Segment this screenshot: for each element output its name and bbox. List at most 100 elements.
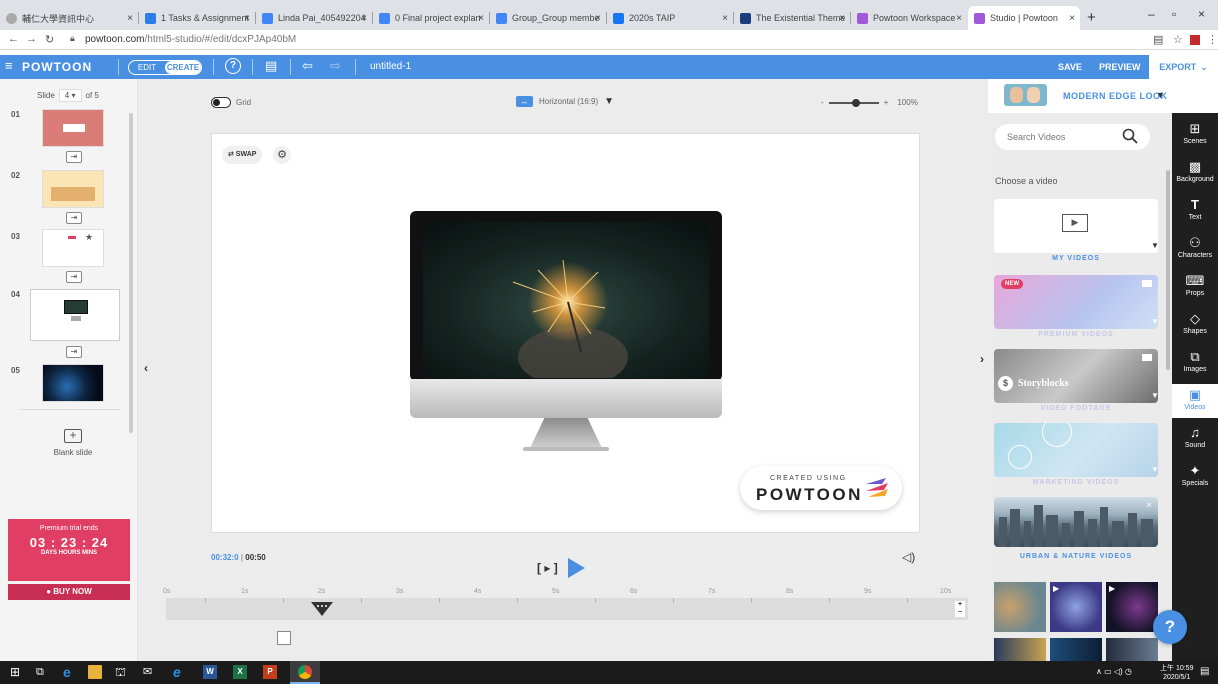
- browser-tab[interactable]: 0 Final project explan ×: [373, 6, 489, 30]
- notes-icon[interactable]: ▤: [265, 58, 277, 74]
- category-props[interactable]: ⌨ Props: [1172, 273, 1218, 297]
- collapse-left-icon[interactable]: ‹: [144, 361, 148, 375]
- tab-close-icon[interactable]: ×: [478, 13, 484, 24]
- video-footage-card[interactable]: $ Storyblocks: [994, 349, 1158, 403]
- close-icon[interactable]: ×: [1146, 500, 1152, 511]
- save-button[interactable]: SAVE: [1058, 62, 1082, 72]
- tab-close-icon[interactable]: ×: [722, 13, 728, 24]
- back-arrow-icon[interactable]: ←: [8, 33, 19, 45]
- file-explorer-icon[interactable]: [88, 665, 102, 679]
- browser-tab[interactable]: Group_Group membe ×: [490, 6, 606, 30]
- reload-icon[interactable]: ↻: [45, 33, 54, 46]
- task-view-icon[interactable]: ⧉: [36, 665, 50, 679]
- collapse-right-icon[interactable]: ›: [980, 352, 984, 366]
- browser-tab-active[interactable]: Studio | Powtoon ×: [968, 6, 1080, 30]
- video-thumbnail[interactable]: [1050, 638, 1102, 661]
- store-icon[interactable]: ⛫: [115, 665, 129, 679]
- video-search-input[interactable]: Search Videos: [995, 124, 1150, 150]
- redo-icon[interactable]: ⇨: [330, 58, 341, 74]
- category-shapes[interactable]: ◇ Shapes: [1172, 311, 1218, 335]
- edge-legacy-icon[interactable]: e: [63, 665, 77, 679]
- category-scenes[interactable]: ⊞ Scenes: [1172, 121, 1218, 145]
- taskbar-clock[interactable]: 上午 10:59 2020/5/1: [1160, 664, 1193, 682]
- maximize-icon[interactable]: ▫: [1172, 7, 1176, 21]
- category-characters[interactable]: ⚇ Characters: [1172, 235, 1218, 259]
- url-field[interactable]: powtoon.com/html5-studio/#/edit/dcxPJAp4…: [85, 34, 296, 45]
- export-button[interactable]: EXPORT ⌄: [1148, 55, 1218, 79]
- look-selector[interactable]: MODERN EDGE LOOK ▼: [988, 79, 1172, 113]
- help-circle-icon[interactable]: ?: [225, 58, 241, 74]
- system-tray[interactable]: ∧ ▭ ◁) ◷: [1096, 667, 1132, 676]
- gear-icon[interactable]: ⚙: [273, 146, 291, 164]
- windows-start-icon[interactable]: ⊞: [10, 665, 24, 679]
- caret-down-icon[interactable]: ▼: [1151, 391, 1159, 400]
- preview-button[interactable]: PREVIEW: [1099, 62, 1141, 72]
- word-icon[interactable]: W: [203, 665, 217, 679]
- grid-toggle[interactable]: Grid: [211, 97, 251, 108]
- bookmark-star-icon[interactable]: ☆: [1173, 33, 1183, 46]
- category-specials[interactable]: ✦ Specials: [1172, 463, 1218, 487]
- slide-thumbnail-4-selected[interactable]: [30, 289, 120, 341]
- swap-button[interactable]: ⇄ SWAP: [222, 146, 263, 164]
- browser-tab[interactable]: The Existential Theme ×: [734, 6, 850, 30]
- mail-icon[interactable]: ✉: [143, 665, 157, 679]
- slide-number-select[interactable]: 4 ▾: [58, 89, 82, 102]
- category-background[interactable]: ▩ Background: [1172, 159, 1218, 183]
- mode-toggle[interactable]: EDIT CREATE: [128, 60, 202, 75]
- tab-close-icon[interactable]: ×: [1069, 13, 1075, 24]
- slide-thumbnail-2[interactable]: [42, 170, 104, 208]
- grid-switch[interactable]: [211, 97, 231, 108]
- video-thumbnail[interactable]: [1106, 638, 1158, 661]
- search-icon[interactable]: [1122, 128, 1138, 144]
- slide-thumbnail-3[interactable]: ★: [42, 229, 104, 267]
- transition-icon[interactable]: ⇥: [66, 212, 82, 224]
- tab-close-icon[interactable]: ×: [361, 13, 367, 24]
- zoom-slider[interactable]: [828, 98, 879, 107]
- edge-icon[interactable]: e: [173, 665, 187, 679]
- timeline-playhead[interactable]: [311, 602, 333, 616]
- layer-icon[interactable]: [277, 631, 291, 645]
- caret-down-icon[interactable]: ▼: [1151, 317, 1159, 326]
- my-videos-card[interactable]: ▶: [994, 199, 1158, 253]
- transition-icon[interactable]: ⇥: [66, 271, 82, 283]
- video-thumbnail[interactable]: [994, 638, 1046, 661]
- category-images[interactable]: ⧉ Images: [1172, 349, 1218, 373]
- marketing-videos-card[interactable]: [994, 423, 1158, 477]
- notification-icon[interactable]: ▤: [1200, 665, 1214, 679]
- zoom-in-button[interactable]: +: [884, 98, 889, 107]
- library-scrollbar[interactable]: [1166, 170, 1170, 370]
- video-thumbnail[interactable]: [994, 582, 1046, 632]
- browser-tab[interactable]: 輔仁大學資訊中心 ×: [0, 6, 138, 30]
- tab-close-icon[interactable]: ×: [127, 13, 133, 24]
- browser-tab[interactable]: 2020s TAIP ×: [607, 6, 733, 30]
- play-from-here-button[interactable]: [ ▸ ]: [537, 561, 558, 575]
- slide-canvas[interactable]: ⇄ SWAP ⚙ CREATED USING POWTOON: [211, 133, 920, 533]
- urban-nature-videos-card[interactable]: ×: [994, 497, 1158, 547]
- hamburger-menu-icon[interactable]: ≡: [5, 58, 13, 73]
- minimize-icon[interactable]: –: [1148, 7, 1155, 21]
- extension-icon[interactable]: [1190, 35, 1200, 45]
- orientation-select[interactable]: ↔ Horizontal (16:9) ▼: [516, 96, 614, 107]
- powerpoint-icon[interactable]: P: [263, 665, 277, 679]
- caret-down-icon[interactable]: ▼: [1151, 465, 1159, 474]
- video-thumbnail[interactable]: ▶: [1106, 582, 1158, 632]
- video-thumbnail[interactable]: ▶: [1050, 582, 1102, 632]
- caret-down-icon[interactable]: ▼: [1151, 241, 1159, 250]
- tab-close-icon[interactable]: ×: [839, 13, 845, 24]
- mode-edit[interactable]: EDIT: [129, 61, 165, 74]
- monitor-prop[interactable]: [410, 211, 722, 461]
- timeline-track[interactable]: 0s 1s 2s 3s 4s 5s 6s 7s 8s 9s 10s + −: [163, 588, 968, 620]
- translate-icon[interactable]: ▤: [1153, 33, 1163, 46]
- forward-arrow-icon[interactable]: →: [26, 33, 37, 45]
- browser-tab[interactable]: Linda Pai_405492204 ×: [256, 6, 372, 30]
- new-tab-button[interactable]: +: [1087, 9, 1096, 26]
- timeline-zoom-control[interactable]: + −: [955, 601, 965, 617]
- zoom-out-button[interactable]: -: [821, 98, 824, 107]
- slide-thumbnail-1[interactable]: [42, 109, 104, 147]
- category-text[interactable]: T Text: [1172, 197, 1218, 221]
- browser-tab[interactable]: 1 Tasks & Assignment ×: [139, 6, 255, 30]
- tab-close-icon[interactable]: ×: [244, 13, 250, 24]
- tab-close-icon[interactable]: ×: [956, 13, 962, 24]
- excel-icon[interactable]: X: [233, 665, 247, 679]
- premium-videos-card[interactable]: NEW: [994, 275, 1158, 329]
